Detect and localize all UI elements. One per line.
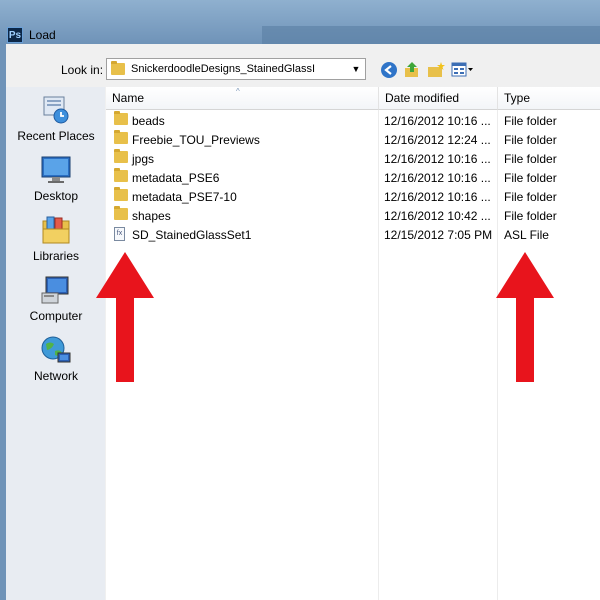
file-date: 12/16/2012 10:16 ... [384, 190, 491, 204]
file-date: 12/16/2012 10:42 ... [384, 209, 491, 223]
network-icon [40, 335, 72, 365]
file-type: File folder [504, 209, 557, 223]
places-bar: Recent Places Desktop Libraries Computer… [6, 87, 105, 600]
column-header-date[interactable]: Date modified [379, 87, 498, 110]
column-date-label: Date modified [385, 91, 460, 105]
place-label: Network [33, 369, 78, 383]
annotation-arrow-up-left [96, 252, 154, 382]
file-name: beads [132, 114, 165, 128]
folder-icon [114, 149, 128, 163]
file-type: File folder [504, 152, 557, 166]
file-name: metadata_PSE6 [132, 171, 220, 185]
photoshop-app-icon: Ps [7, 27, 23, 43]
column-header-type[interactable]: Type [498, 87, 600, 110]
asl-file-icon: fx [114, 227, 125, 241]
file-row[interactable]: jpgs 12/16/2012 10:16 ... File folder [106, 149, 600, 168]
file-type: File folder [504, 171, 557, 185]
view-menu-icon[interactable] [451, 61, 475, 79]
place-desktop[interactable]: Desktop [6, 155, 106, 203]
column-type-label: Type [504, 91, 531, 105]
file-date: 12/16/2012 10:16 ... [384, 114, 491, 128]
look-in-label: Look in: [61, 63, 104, 77]
file-name: jpgs [132, 152, 155, 166]
new-folder-icon[interactable] [427, 61, 445, 79]
place-network[interactable]: Network [6, 335, 106, 383]
column-header-name[interactable]: Name ^ [106, 87, 379, 110]
chevron-down-icon[interactable]: ▼ [347, 59, 365, 79]
file-date: 12/16/2012 12:24 ... [384, 133, 491, 147]
file-date: 12/16/2012 10:16 ... [384, 171, 491, 185]
file-row[interactable]: shapes 12/16/2012 10:42 ... File folder [106, 206, 600, 225]
place-label: Recent Places [17, 129, 95, 143]
column-name-label: Name [112, 91, 145, 105]
file-row[interactable]: Freebie_TOU_Previews 12/16/2012 12:24 ..… [106, 130, 600, 149]
file-row[interactable]: beads 12/16/2012 10:16 ... File folder [106, 111, 600, 130]
file-row[interactable]: metadata_PSE7-10 12/16/2012 10:16 ... Fi… [106, 187, 600, 206]
folder-icon [114, 130, 128, 144]
look-in-dropdown[interactable]: SnickerdoodleDesigns_StainedGlassI ▼ [106, 58, 366, 80]
place-computer[interactable]: Computer [6, 275, 106, 323]
look-in-value: SnickerdoodleDesigns_StainedGlassI [131, 63, 316, 75]
file-row[interactable]: fx SD_StainedGlassSet1 12/15/2012 7:05 P… [106, 225, 600, 244]
folder-icon [111, 61, 125, 75]
libraries-icon [40, 215, 72, 245]
file-name: metadata_PSE7-10 [132, 190, 237, 204]
file-type: File folder [504, 133, 557, 147]
dialog-title: Load [29, 28, 56, 42]
place-recent-places[interactable]: Recent Places [6, 95, 106, 143]
file-type: File folder [504, 190, 557, 204]
file-date: 12/15/2012 7:05 PM [384, 228, 493, 242]
file-name: Freebie_TOU_Previews [132, 133, 260, 147]
place-libraries[interactable]: Libraries [6, 215, 106, 263]
folder-icon [114, 187, 128, 201]
file-row[interactable]: metadata_PSE6 12/16/2012 10:16 ... File … [106, 168, 600, 187]
file-name: shapes [132, 209, 171, 223]
folder-icon [114, 168, 128, 182]
sort-ascending-icon: ^ [236, 87, 240, 96]
background-window-strip [262, 26, 600, 44]
up-folder-icon[interactable] [403, 61, 421, 79]
back-icon[interactable] [380, 61, 398, 79]
place-label: Libraries [32, 249, 80, 263]
folder-icon [114, 111, 128, 125]
file-type: ASL File [504, 228, 549, 242]
annotation-arrow-up-right [496, 252, 554, 382]
title-bar: Ps Load [0, 0, 600, 44]
desktop-icon [40, 155, 72, 185]
file-date: 12/16/2012 10:16 ... [384, 152, 491, 166]
place-label: Desktop [33, 189, 79, 203]
file-type: File folder [504, 114, 557, 128]
file-name: SD_StainedGlassSet1 [132, 228, 252, 242]
folder-icon [114, 206, 128, 220]
place-label: Computer [29, 309, 83, 323]
computer-icon [40, 275, 72, 305]
recent-places-icon [40, 95, 72, 125]
